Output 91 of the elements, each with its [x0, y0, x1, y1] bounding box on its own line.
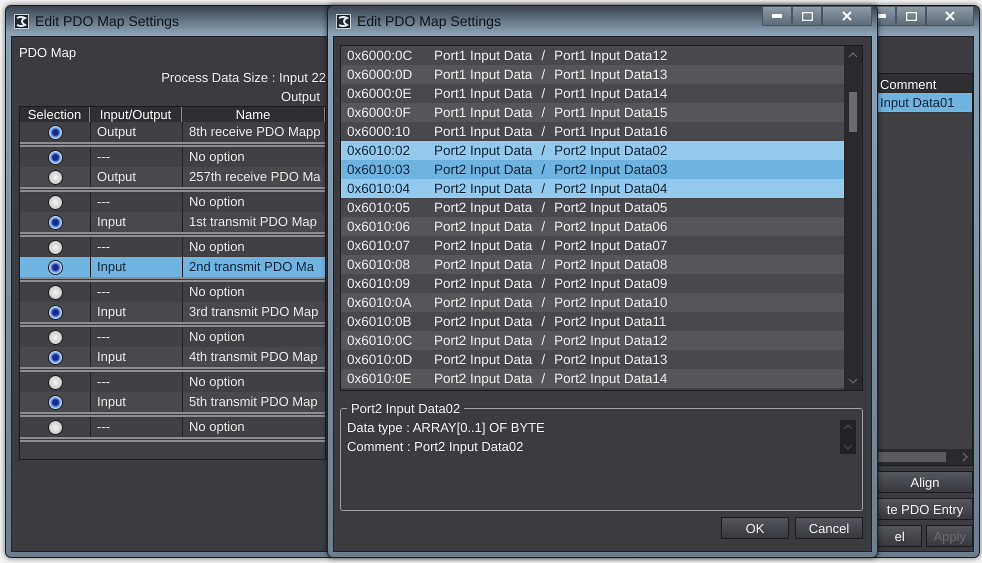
radio-button[interactable]	[48, 350, 62, 364]
list-item[interactable]: 0x6010:02 Port2 Input Data / Port2 Input Data02	[341, 141, 844, 160]
list-item[interactable]: 0x6000:0F Port1 Input Data / Port1 Input Data15	[341, 103, 844, 122]
radio-button[interactable]	[48, 374, 62, 390]
table-row[interactable]: Output 257th receive PDO Ma	[20, 167, 325, 187]
list-item[interactable]: 0x6010:08 Port2 Input Data / Port2 Input Data08	[341, 255, 844, 274]
radio-button[interactable]	[48, 394, 62, 410]
list-item[interactable]: 0x6010:09 Port2 Input Data / Port2 Input Data09	[341, 274, 844, 293]
window-title: Edit PDO Map Settings	[35, 13, 179, 29]
table-row[interactable]: Input 2nd transmit PDO Ma	[20, 257, 325, 277]
table-cell: Input	[90, 347, 182, 367]
vertical-scrollbar[interactable]	[840, 420, 856, 454]
table-cell: 1st transmit PDO Map	[182, 212, 325, 232]
table-row[interactable]: Input 5th transmit PDO Map	[20, 392, 325, 412]
minimize-icon	[772, 14, 782, 18]
radio-button[interactable]	[48, 150, 62, 164]
dialog-title: Edit PDO Map Settings	[357, 13, 501, 29]
radio-button[interactable]	[48, 124, 62, 140]
process-data-size: Process Data Size : Input 22	[161, 70, 326, 85]
radio-button[interactable]	[48, 284, 62, 300]
chevron-up-icon	[848, 52, 858, 58]
close-button[interactable]	[926, 6, 974, 26]
scrollbar-thumb[interactable]	[849, 92, 857, 132]
table-cell: 2nd transmit PDO Ma	[182, 257, 325, 277]
maximize-button[interactable]	[792, 6, 822, 26]
list-item[interactable]: 0x6010:04 Port2 Input Data / Port2 Input Data04	[341, 179, 844, 198]
chevron-right-icon	[962, 452, 968, 462]
list-item[interactable]: 0x6010:03 Port2 Input Data / Port2 Input Data03	[341, 160, 844, 179]
list-item[interactable]: 0x6010:05 Port2 Input Data / Port2 Input Data05	[341, 198, 844, 217]
app-icon	[14, 14, 29, 28]
table-cell: No option	[182, 417, 325, 437]
radio-button[interactable]	[48, 170, 62, 184]
chevron-up-icon	[843, 424, 853, 430]
chevron-down-icon	[843, 444, 853, 450]
detail-text: Comment : Port2 Input Data02	[347, 439, 524, 454]
radio-button[interactable]	[48, 260, 62, 274]
radio-button[interactable]	[48, 214, 62, 230]
list-item[interactable]: 0x6000:10 Port1 Input Data / Port1 Input Data16	[341, 122, 844, 141]
table-cell: Input	[90, 257, 182, 277]
app-icon	[336, 14, 351, 28]
table-cell[interactable]: Input Data01	[878, 93, 972, 112]
close-button[interactable]	[822, 6, 872, 26]
output-size: Output	[280, 89, 320, 104]
radio-button[interactable]	[48, 194, 62, 210]
maximize-icon	[802, 12, 812, 20]
dialog-button[interactable]: OK	[721, 517, 789, 539]
radio-button[interactable]	[48, 330, 62, 344]
chevron-down-icon	[848, 378, 858, 384]
maximize-button[interactable]	[896, 6, 926, 26]
list-item[interactable]: 0x6010:0B Port2 Input Data / Port2 Input Data11	[341, 312, 844, 331]
table-cell: 5th transmit PDO Map	[182, 392, 325, 412]
close-icon	[945, 11, 955, 21]
dialog-button[interactable]: Cancel	[795, 517, 863, 539]
table-cell: 257th receive PDO Ma	[182, 167, 325, 187]
table-row[interactable]: Input 3rd transmit PDO Map	[20, 302, 325, 322]
table-cell: ---	[90, 417, 182, 437]
table-row[interactable]: Input 1st transmit PDO Map	[20, 212, 325, 232]
scrollbar-thumb[interactable]	[878, 452, 946, 462]
list-item[interactable]: 0x6010:0E Port2 Input Data / Port2 Input Data14	[341, 369, 844, 388]
action-button[interactable]: el	[877, 525, 922, 547]
table-cell: Input	[90, 302, 182, 322]
table-cell: 4th transmit PDO Map	[182, 347, 325, 367]
maximize-icon	[906, 12, 916, 20]
radio-button[interactable]	[48, 240, 62, 254]
list-item[interactable]: 0x6000:0C Port1 Input Data / Port1 Input Data12	[341, 46, 844, 65]
radio-button[interactable]	[48, 304, 62, 320]
list-item[interactable]: 0x6000:0E Port1 Input Data / Port1 Input Data14	[341, 84, 844, 103]
details-title: Port2 Input Data02	[350, 401, 462, 416]
section-label: PDO Map	[19, 45, 78, 60]
minimize-button[interactable]	[762, 6, 792, 26]
radio-button[interactable]	[48, 420, 62, 434]
table-cell: Input	[90, 392, 182, 412]
action-button[interactable]: te PDO Entry	[877, 498, 973, 520]
list-item[interactable]: 0x6010:06 Port2 Input Data / Port2 Input Data06	[341, 217, 844, 236]
vertical-scrollbar[interactable]	[844, 46, 862, 390]
detail-text: Data type : ARRAY[0..1] OF BYTE	[347, 420, 546, 435]
list-item[interactable]: 0x6010:0A Port2 Input Data / Port2 Input Data10	[341, 293, 844, 312]
horizontal-scrollbar[interactable]	[878, 449, 972, 465]
table-cell: Input	[90, 212, 182, 232]
table-row[interactable]: Input 4th transmit PDO Map	[20, 347, 325, 367]
table-cell: Output	[90, 122, 182, 142]
action-button[interactable]: Align	[877, 471, 973, 493]
column-header: Comment	[878, 74, 972, 93]
table-cell: 8th receive PDO Mapp	[182, 122, 325, 142]
table-cell: Output	[90, 167, 182, 187]
close-icon	[842, 11, 852, 21]
list-item[interactable]: 0x6010:0C Port2 Input Data / Port2 Input Data12	[341, 331, 844, 350]
list-item[interactable]: 0x6000:0D Port1 Input Data / Port1 Input Data13	[341, 65, 844, 84]
table-cell: 3rd transmit PDO Map	[182, 302, 325, 322]
list-item[interactable]: 0x6010:07 Port2 Input Data / Port2 Input Data07	[341, 236, 844, 255]
list-item[interactable]: 0x6010:0D Port2 Input Data / Port2 Input Data13	[341, 350, 844, 369]
